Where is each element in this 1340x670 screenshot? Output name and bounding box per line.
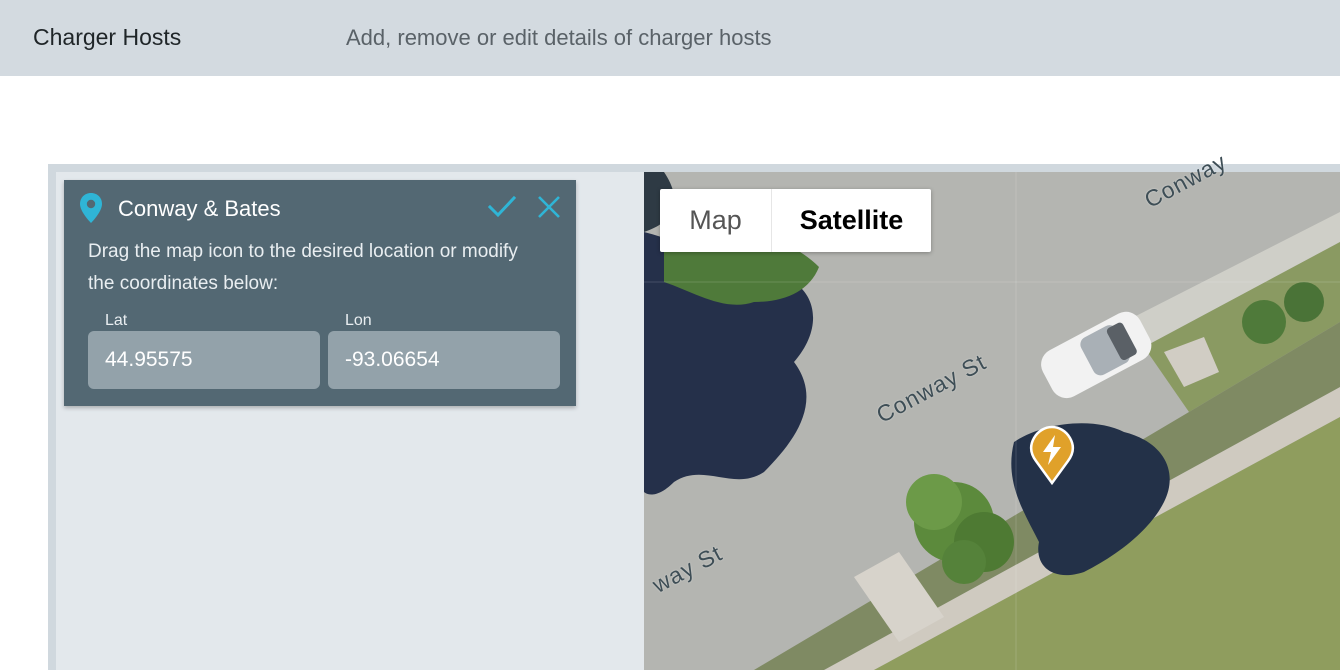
location-name: Conway & Bates [118, 196, 281, 221]
check-icon[interactable] [487, 192, 517, 222]
satellite-view-button[interactable]: Satellite [772, 189, 931, 252]
page-header: Charger Hosts Add, remove or edit detail… [0, 0, 1340, 76]
lon-label: Lon [345, 312, 372, 329]
page-title: Charger Hosts [33, 24, 182, 50]
page-subtitle: Add, remove or edit details of charger h… [346, 25, 772, 50]
lightning-bolt-icon[interactable] [1028, 425, 1076, 485]
location-pin-icon [80, 193, 102, 223]
lat-label: Lat [105, 312, 128, 329]
lon-input[interactable]: -93.06654 [328, 331, 560, 389]
map-view-button[interactable]: Map [660, 189, 772, 252]
lat-input[interactable]: 44.95575 [88, 331, 320, 389]
close-icon[interactable] [534, 192, 564, 222]
map-type-toggle: Map Satellite [660, 189, 931, 252]
editor-instructions: Drag the map icon to the desired locatio… [88, 241, 518, 294]
